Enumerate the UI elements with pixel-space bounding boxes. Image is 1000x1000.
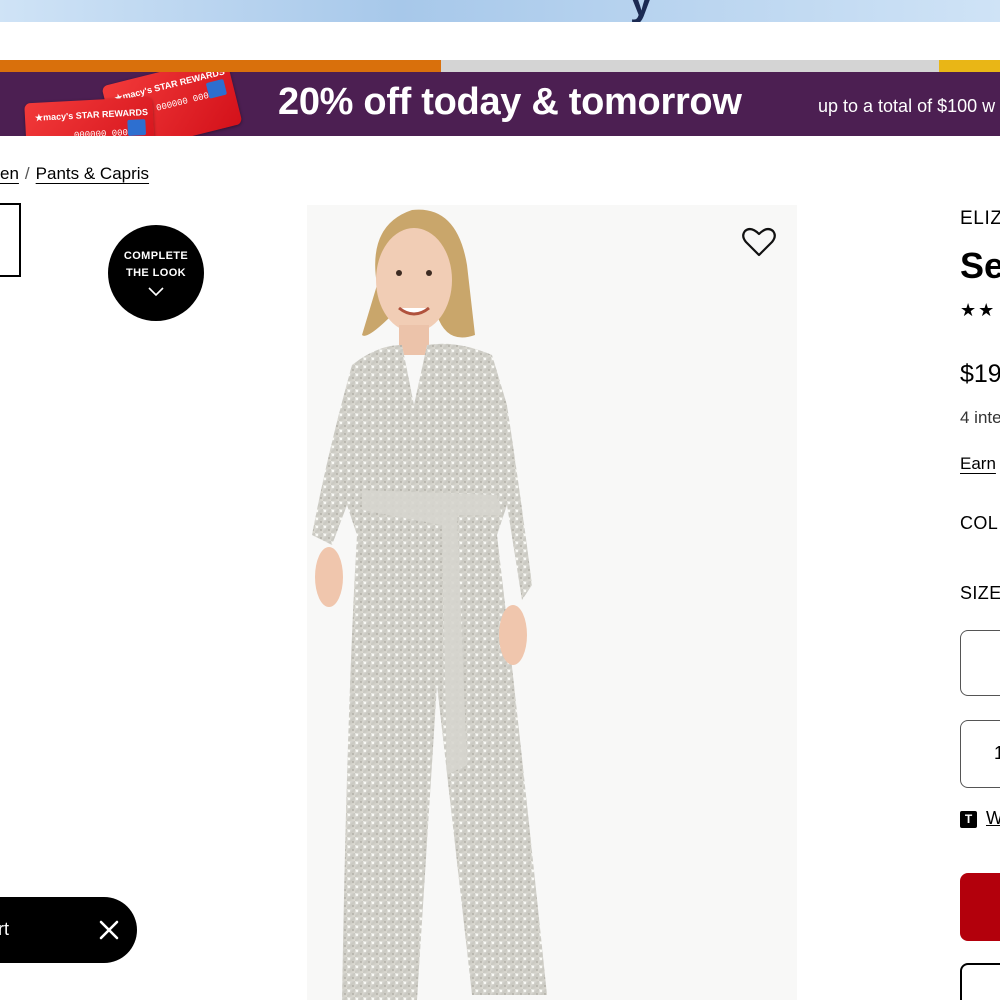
product-details-panel: ELIZ Se ★★ $19 4 inte Earn COL SIZE 1 T … bbox=[960, 0, 1000, 1000]
size-select[interactable] bbox=[960, 630, 1000, 696]
header-spacer bbox=[0, 22, 1000, 60]
promo-banner[interactable]: ★macy's STAR REWARDS 000000 00000 ★macy'… bbox=[0, 72, 1000, 136]
complete-the-look-line2: THE LOOK bbox=[125, 267, 187, 279]
breadcrumb-separator: / bbox=[24, 164, 30, 183]
product-title: Se bbox=[960, 245, 1000, 286]
rating-stars[interactable]: ★★ bbox=[960, 300, 996, 321]
secondary-action-button[interactable] bbox=[960, 963, 1000, 1000]
color-stripe bbox=[0, 60, 1000, 72]
thumbnail-image[interactable] bbox=[0, 340, 2, 500]
quantity-select[interactable]: 1 bbox=[960, 720, 1000, 788]
amex-logo bbox=[127, 119, 147, 136]
add-to-bag-button[interactable] bbox=[960, 873, 1000, 941]
amex-logo bbox=[205, 78, 228, 99]
product-brand[interactable]: ELIZ bbox=[960, 208, 1000, 230]
thumbnail-selected[interactable] bbox=[0, 203, 21, 277]
product-image[interactable] bbox=[307, 205, 797, 1000]
credit-card-icon: ★macy's STAR REWARDS 000000 00000 bbox=[24, 96, 156, 136]
toast-message: ert bbox=[0, 919, 10, 939]
complete-the-look-button[interactable]: COMPLETE THE LOOK bbox=[108, 225, 204, 321]
t-link[interactable]: W bbox=[986, 808, 1000, 829]
t-badge-icon: T bbox=[960, 811, 977, 828]
close-icon[interactable] bbox=[98, 919, 120, 941]
stripe-segment-orange bbox=[0, 60, 441, 72]
stripe-segment-gray bbox=[441, 60, 939, 72]
toast-notification: ert bbox=[0, 897, 137, 963]
top-hero-strip: y bbox=[0, 0, 1000, 22]
installments-text: 4 inte bbox=[960, 408, 1000, 427]
color-label: COL bbox=[960, 513, 999, 533]
heart-icon[interactable] bbox=[741, 226, 777, 258]
breadcrumb: en / Pants & Capris bbox=[0, 164, 149, 184]
complete-the-look-line1: COMPLETE bbox=[123, 250, 189, 262]
size-label: SIZE bbox=[960, 583, 1000, 603]
chevron-down-icon bbox=[148, 287, 164, 297]
breadcrumb-link-women[interactable]: en bbox=[0, 164, 19, 183]
product-price: $19 bbox=[960, 360, 1000, 388]
breadcrumb-link-pants-capris[interactable]: Pants & Capris bbox=[36, 164, 149, 183]
promo-headline: 20% off today & tomorrow bbox=[278, 81, 742, 123]
earn-rewards-link[interactable]: Earn bbox=[960, 454, 996, 474]
quantity-value: 1 bbox=[994, 743, 1000, 763]
hero-partial-glyph: y bbox=[630, 0, 653, 22]
